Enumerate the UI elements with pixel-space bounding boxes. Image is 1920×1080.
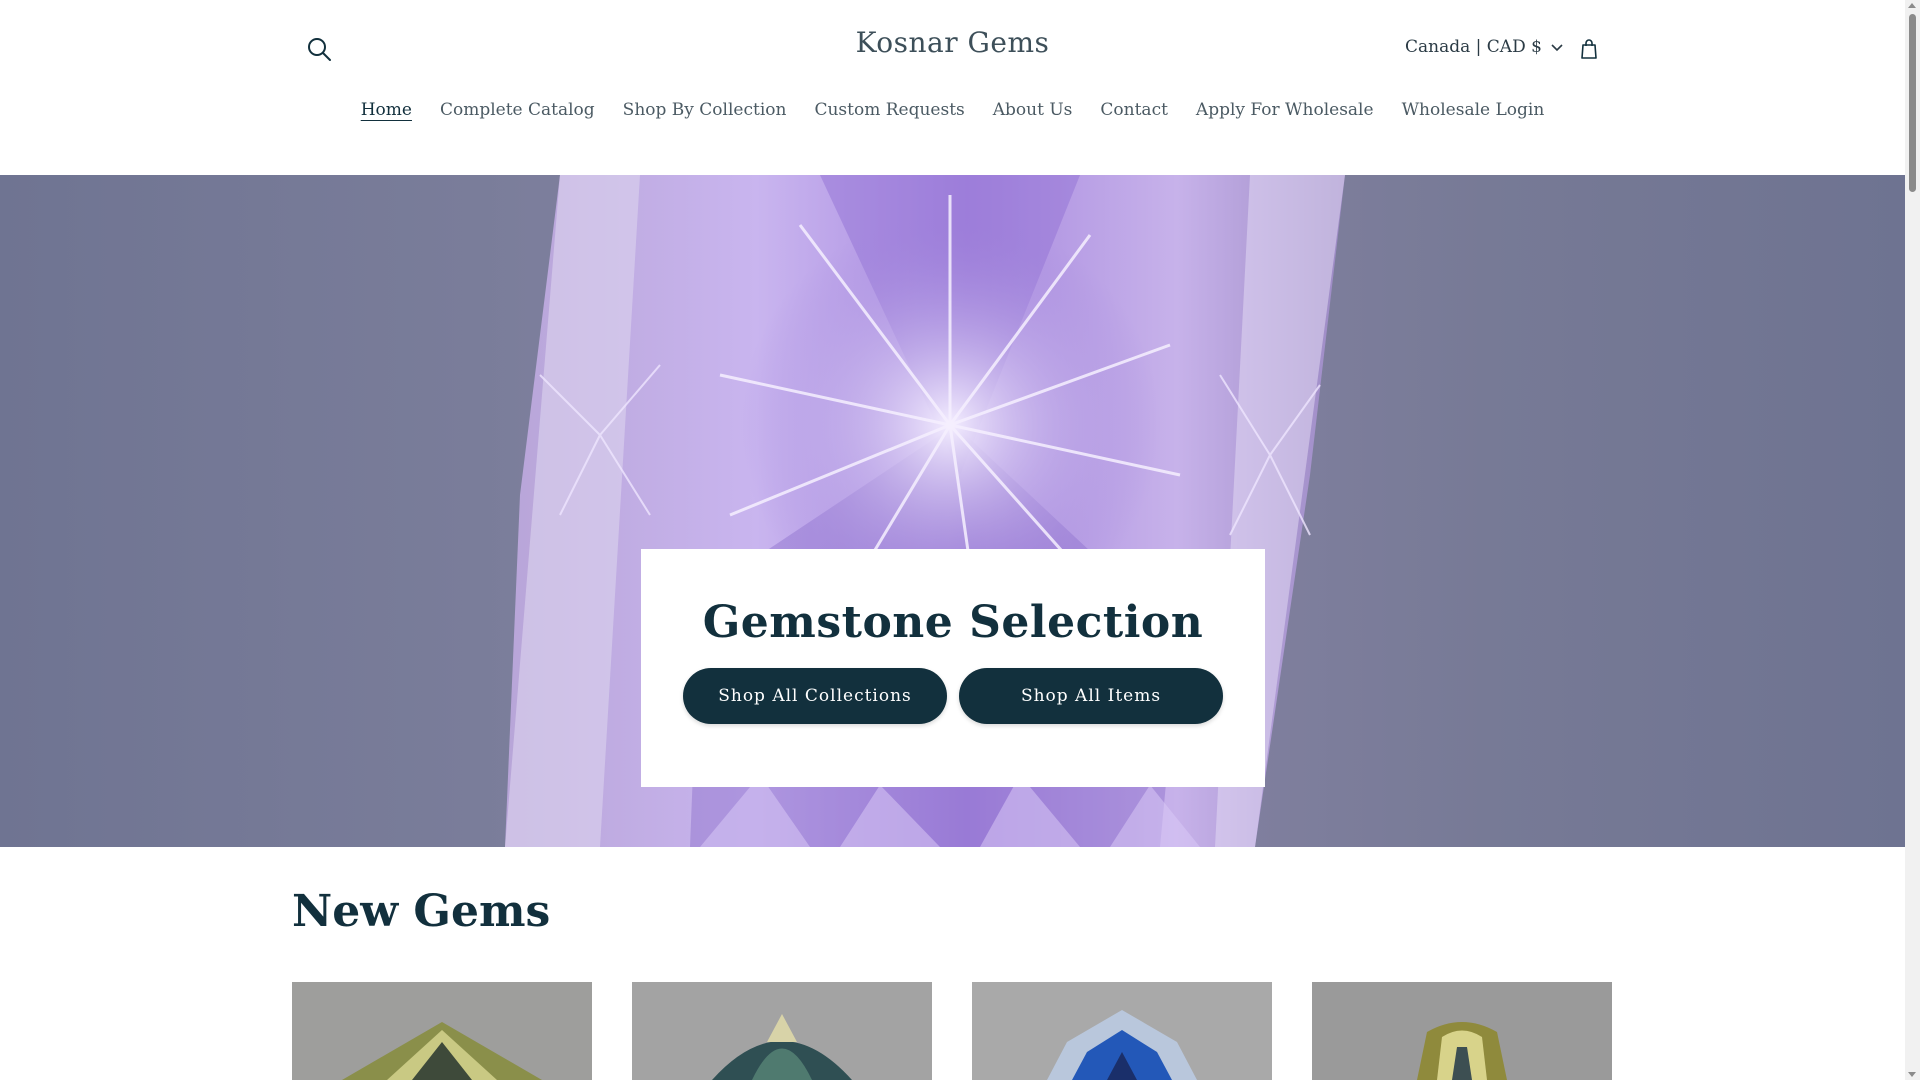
nav-item-home[interactable]: Home <box>361 96 412 124</box>
main-nav: Home Complete Catalog Shop By Collection… <box>0 96 1905 124</box>
product-image <box>632 982 932 1080</box>
chevron-down-icon <box>1551 44 1563 52</box>
locale-label: Canada | CAD $ <box>1405 37 1542 57</box>
site-header: Kosnar Gems Canada | CAD $ Home Complete… <box>0 0 1905 175</box>
product-image <box>1312 982 1612 1080</box>
nav-item-apply-wholesale[interactable]: Apply For Wholesale <box>1196 96 1374 124</box>
nav-item-complete-catalog[interactable]: Complete Catalog <box>440 96 595 124</box>
shop-all-items-button[interactable]: Shop All Items <box>959 668 1223 724</box>
new-gems-heading: New Gems <box>292 886 551 937</box>
new-gems-grid <box>292 982 1612 1080</box>
page-scrollbar[interactable] <box>1905 0 1920 1080</box>
cart-button[interactable] <box>1570 30 1608 68</box>
nav-item-wholesale-login[interactable]: Wholesale Login <box>1402 96 1545 124</box>
product-card[interactable] <box>632 982 932 1080</box>
product-card[interactable] <box>972 982 1272 1080</box>
brand-name[interactable]: Kosnar Gems <box>856 26 1050 59</box>
nav-item-contact[interactable]: Contact <box>1100 96 1168 124</box>
scroll-down-arrow-icon[interactable] <box>1908 1072 1916 1077</box>
hero-banner: Gemstone Selection Shop All Collections … <box>0 175 1905 847</box>
product-card[interactable] <box>1312 982 1612 1080</box>
product-image <box>292 982 592 1080</box>
nav-item-about-us[interactable]: About Us <box>993 96 1073 124</box>
scroll-up-arrow-icon[interactable] <box>1908 3 1916 8</box>
scrollbar-thumb[interactable] <box>1909 14 1916 192</box>
hero-card: Gemstone Selection Shop All Collections … <box>641 549 1265 787</box>
nav-item-custom-requests[interactable]: Custom Requests <box>814 96 964 124</box>
hero-buttons: Shop All Collections Shop All Items <box>641 668 1265 724</box>
site-logo: Kosnar Gems <box>0 26 1905 59</box>
product-card[interactable] <box>292 982 592 1080</box>
shop-all-collections-button[interactable]: Shop All Collections <box>683 668 947 724</box>
hero-title: Gemstone Selection <box>702 597 1204 648</box>
product-image <box>972 982 1272 1080</box>
country-currency-selector[interactable]: Canada | CAD $ <box>1405 32 1564 62</box>
nav-item-shop-by-collection[interactable]: Shop By Collection <box>623 96 787 124</box>
cart-icon <box>1581 39 1597 59</box>
